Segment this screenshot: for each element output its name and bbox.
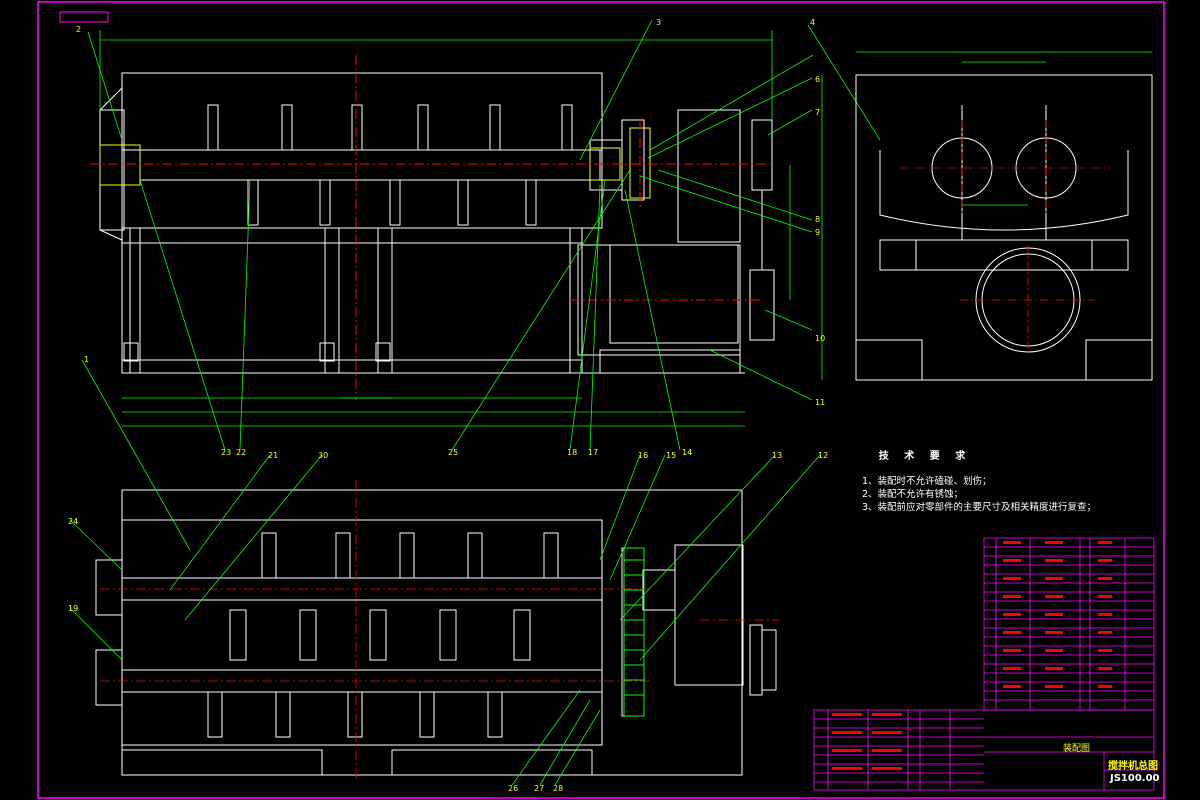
cad-drawing [37,1,1165,799]
balloon-number: 4 [810,18,816,27]
balloon-number: 22 [236,448,247,457]
balloon-number: 19 [68,604,79,613]
balloon-number: 21 [268,451,279,460]
title-block-assembly-label: 装配图 [1063,744,1091,754]
balloon-number: 23 [221,448,232,457]
balloon-number: 28 [553,784,564,793]
balloon-number: 8 [815,215,821,224]
front-view [99,72,775,374]
tech-requirement-item: 2、装配不允许有锈蚀； [862,489,964,500]
plan-leaders [69,359,821,786]
balloon-number: 1 [84,355,90,364]
balloon-number: 13 [772,451,783,460]
tech-requirement-item: 1、装配时不允许磕碰、划伤； [862,476,992,487]
side-centerlines [900,120,1110,355]
balloon-number: 11 [815,398,826,407]
sheet-outer-border [37,1,1165,799]
balloon-number: 14 [682,448,693,457]
front-dimensions [87,19,881,451]
plan-gear [623,547,645,717]
balloon-number: 12 [818,451,829,460]
balloon-number: 10 [815,334,826,343]
plan-view [95,489,777,776]
side-view [855,74,1153,381]
sheet-tab [59,11,109,23]
balloon-number: 2 [76,25,82,34]
title-block-drawing-name: 搅拌机总图 [1108,761,1158,772]
parts-list-entries [832,541,1112,770]
tech-requirement-item: 3、装配前应对零部件的主要尺寸及相关精度进行复查； [862,502,1097,513]
title-block-drawing-code: JS100.00 [1110,773,1160,784]
parts-list [813,537,1155,791]
balloon-number: 15 [666,451,677,460]
balloon-number: 24 [68,517,79,526]
balloon-number: 3 [656,18,662,27]
side-dimensions [821,51,1152,380]
balloon-number: 16 [638,451,649,460]
balloon-number: 6 [815,75,821,84]
balloon-number: 17 [588,448,599,457]
balloon-number: 30 [318,451,329,460]
balloon-number: 27 [534,784,545,793]
balloon-number: 26 [508,784,519,793]
balloon-number: 25 [448,448,459,457]
balloon-number: 18 [567,448,578,457]
balloon-number: 7 [815,108,821,117]
tech-requirements-title: 技 术 要 求 [878,451,972,462]
balloon-number: 9 [815,228,821,237]
